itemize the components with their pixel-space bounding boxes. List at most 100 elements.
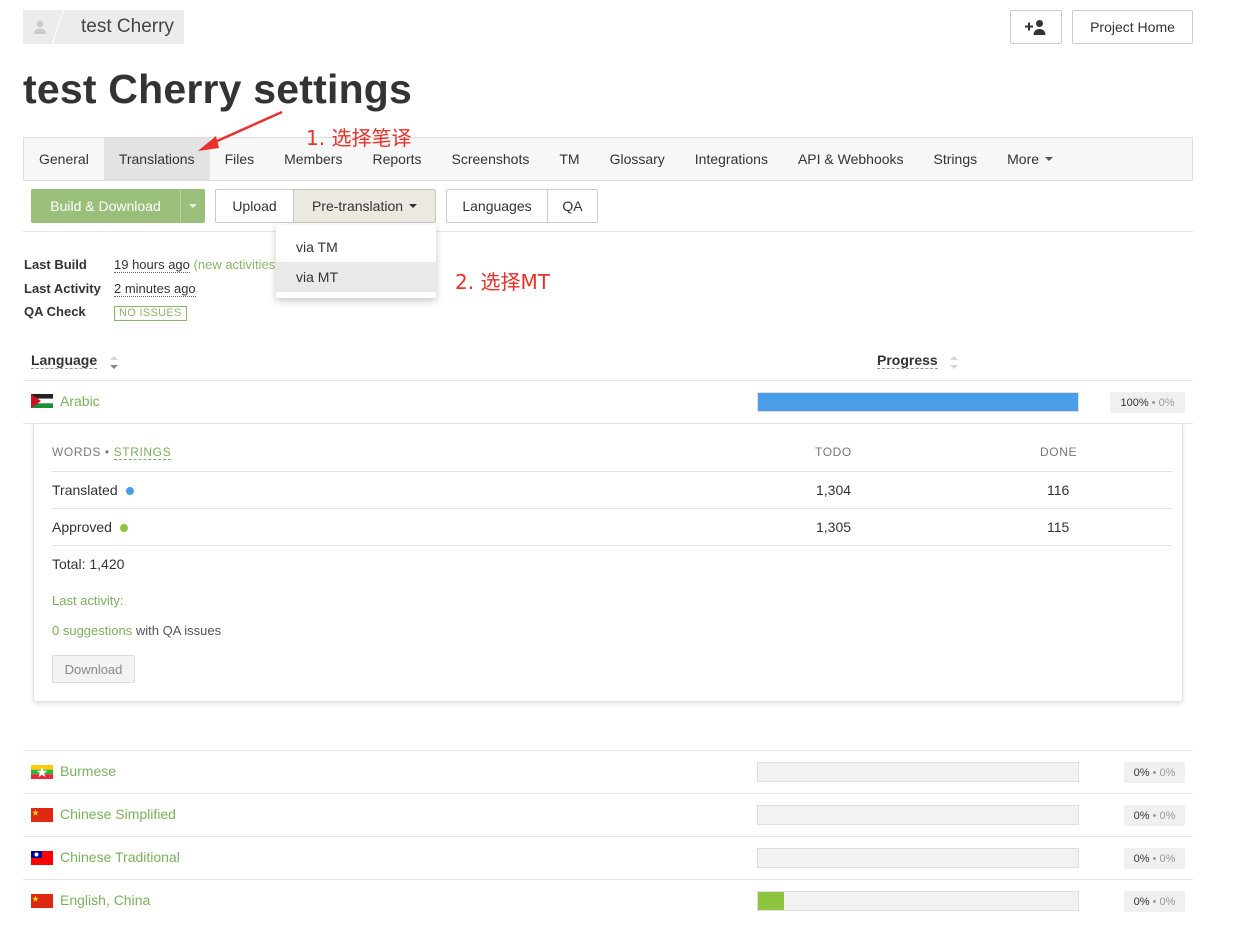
strings-label[interactable]: STRINGS xyxy=(113,445,172,460)
qa-status-badge: NO ISSUES xyxy=(114,306,187,321)
sort-up-icon xyxy=(950,356,958,360)
approved-percent-value: 0% xyxy=(1158,396,1175,409)
todo-column-header: TODO xyxy=(815,445,852,459)
add-member-button[interactable] xyxy=(1010,10,1062,44)
qa-button[interactable]: QA xyxy=(547,189,598,223)
translated-percent: 0% xyxy=(1133,766,1150,779)
languages-button[interactable]: Languages xyxy=(446,189,548,223)
progress-bar xyxy=(757,762,1079,782)
approved-label-text: Approved xyxy=(52,519,112,535)
approved-percent: • 0% xyxy=(1152,766,1176,779)
approved-percent: • 0% xyxy=(1152,852,1176,865)
tab-more[interactable]: More xyxy=(992,138,1068,180)
tab-label: Reports xyxy=(372,151,422,167)
translated-todo: 1,304 xyxy=(816,482,852,498)
last-activity-label: Last activity: xyxy=(52,593,124,608)
page-title: test Cherry settings xyxy=(23,66,413,112)
language-column-header[interactable]: Language xyxy=(31,352,98,369)
tab-general[interactable]: General xyxy=(24,138,104,180)
suggestions-link[interactable]: 0 suggestions xyxy=(52,623,132,638)
progress-bar xyxy=(757,392,1079,412)
menu-item-via-tm[interactable]: via TM xyxy=(276,232,436,262)
last-build-note[interactable]: (new activities xyxy=(194,257,276,272)
tab-label: Glossary xyxy=(609,151,665,167)
last-build-row: Last Build 19 hours ago (new activities xyxy=(24,257,276,273)
last-build-value: 19 hours ago xyxy=(114,257,190,273)
detail-divider xyxy=(52,508,1172,509)
build-options-dropdown[interactable] xyxy=(180,189,205,223)
tab-screenshots[interactable]: Screenshots xyxy=(437,138,545,180)
tab-label: Strings xyxy=(933,151,978,167)
progress-fill xyxy=(758,393,1078,411)
tab-label: Screenshots xyxy=(451,151,530,167)
flag-jordan-icon xyxy=(31,394,53,408)
qa-check-key: QA Check xyxy=(24,304,86,319)
approved-label: Approved xyxy=(52,519,128,535)
last-activity-row: Last Activity 2 minutes ago xyxy=(24,281,196,297)
pretranslation-menu: via TM via MT xyxy=(276,225,436,298)
tab-label: More xyxy=(1007,151,1040,167)
language-name-chinese-simplified[interactable]: Chinese Simplified xyxy=(60,806,176,822)
flag-china-icon xyxy=(31,808,53,822)
approved-done: 115 xyxy=(1047,519,1070,535)
project-avatar-icon[interactable] xyxy=(23,10,57,44)
annotation-step2: 2. 选择MT xyxy=(455,270,550,294)
pretranslation-button[interactable]: Pre-translation xyxy=(293,189,436,223)
detail-divider xyxy=(52,471,1172,472)
approved-percent: • 0% xyxy=(1152,809,1176,822)
upload-button[interactable]: Upload xyxy=(215,189,294,223)
sort-down-icon xyxy=(950,365,958,369)
last-activity-key: Last Activity xyxy=(24,281,101,296)
words-label[interactable]: WORDS xyxy=(52,445,101,459)
row-divider xyxy=(23,793,1193,794)
add-user-icon xyxy=(1025,20,1046,35)
flag-china-icon xyxy=(31,894,53,908)
language-name-burmese[interactable]: Burmese xyxy=(60,763,116,779)
progress-bar xyxy=(757,805,1079,825)
tab-label: General xyxy=(39,151,89,167)
last-activity-value: 2 minutes ago xyxy=(114,281,196,297)
approved-todo: 1,305 xyxy=(816,519,852,535)
tab-label: Integrations xyxy=(694,151,768,167)
translated-percent: 0% xyxy=(1133,895,1150,908)
last-build-key: Last Build xyxy=(24,257,87,272)
flag-myanmar-icon xyxy=(31,765,53,779)
tab-integrations[interactable]: Integrations xyxy=(680,138,783,180)
language-name-chinese-traditional[interactable]: Chinese Traditional xyxy=(60,849,180,865)
chevron-down-icon xyxy=(188,204,197,208)
translated-percent: 0% xyxy=(1133,809,1150,822)
tab-label: Translations xyxy=(118,151,195,167)
tab-api-webhooks[interactable]: API & Webhooks xyxy=(783,138,919,180)
progress-column-header[interactable]: Progress xyxy=(877,352,938,369)
progress-bar xyxy=(757,891,1079,911)
progress-fill xyxy=(758,892,784,910)
toolbar-divider xyxy=(23,231,1193,232)
tab-glossary[interactable]: Glossary xyxy=(595,138,680,180)
qa-check-row: QA Check NO ISSUES xyxy=(24,304,187,321)
tab-label: API & Webhooks xyxy=(797,151,904,167)
menu-item-via-mt[interactable]: via MT xyxy=(276,262,436,292)
download-button[interactable]: Download xyxy=(52,655,135,683)
approved-percent-value: 0% xyxy=(1159,895,1176,908)
approved-percent-value: 0% xyxy=(1159,766,1176,779)
build-download-button[interactable]: Build & Download xyxy=(31,189,180,223)
pretranslation-label: Pre-translation xyxy=(311,198,404,214)
approved-dot-icon xyxy=(119,524,128,533)
breadcrumb-separator xyxy=(57,10,71,44)
qa-suggestions-line: 0 suggestions with QA issues xyxy=(52,623,221,638)
tab-tm[interactable]: TM xyxy=(544,138,594,180)
progress-bar xyxy=(757,848,1079,868)
tab-strings[interactable]: Strings xyxy=(919,138,993,180)
language-name-arabic[interactable]: Arabic xyxy=(60,393,100,409)
total-words: Total: 1,420 xyxy=(52,556,125,572)
project-name-link[interactable]: test Cherry xyxy=(71,16,174,38)
tab-label: TM xyxy=(559,151,580,167)
translated-percent: 0% xyxy=(1133,852,1150,865)
translated-done: 116 xyxy=(1047,482,1070,498)
project-home-button[interactable]: Project Home xyxy=(1072,10,1193,44)
tab-label: Members xyxy=(284,151,343,167)
language-name-english-china[interactable]: English, China xyxy=(60,892,150,908)
done-column-header: DONE xyxy=(1040,445,1078,459)
arabic-detail-panel: WORDS • STRINGS TODO DONE Translated 1,3… xyxy=(33,423,1183,702)
detail-divider xyxy=(52,545,1172,546)
